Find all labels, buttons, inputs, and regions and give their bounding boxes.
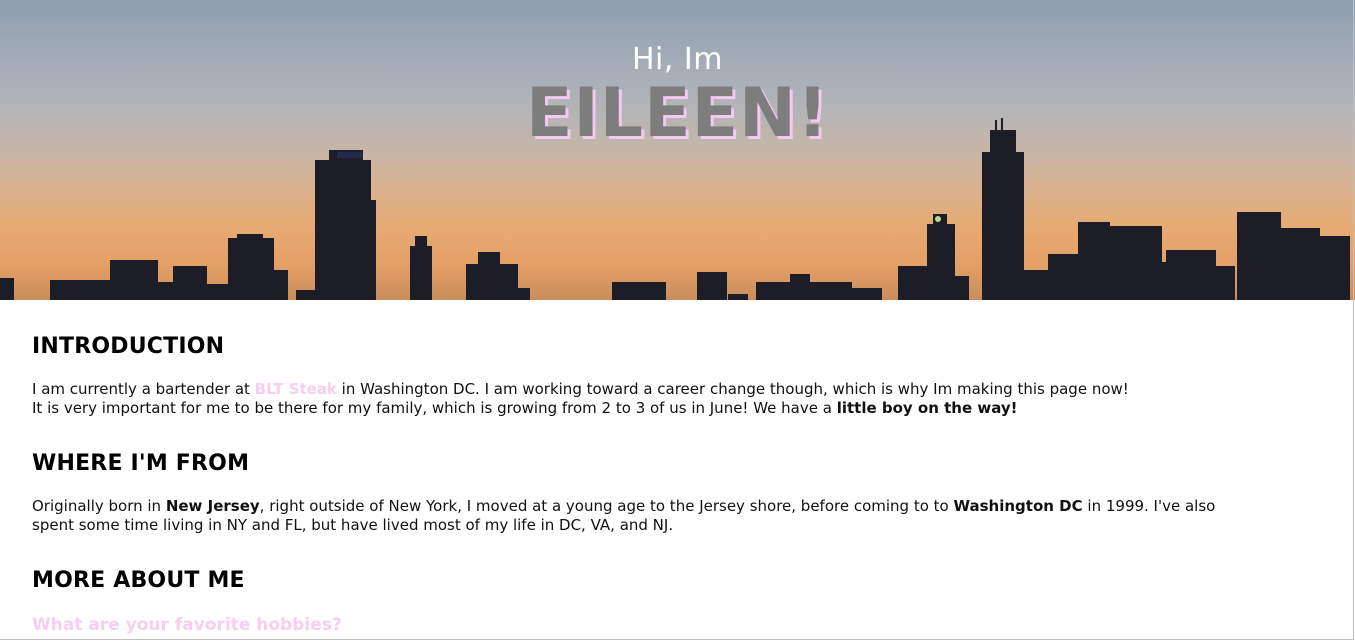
intro-bold-text: little boy on the way! [836, 399, 1018, 417]
where-from-heading: WHERE I'M FROM [32, 451, 250, 476]
intro-text: It is very important for me to be there … [32, 399, 837, 417]
blt-steak-link[interactable]: BLT Steak [255, 380, 337, 398]
from-text: , right outside of New York, I moved at … [259, 497, 954, 515]
introduction-paragraph: I am currently a bartender at BLT Steak … [32, 380, 1262, 418]
from-text: Originally born in [32, 497, 166, 515]
from-bold-text: Washington DC [953, 497, 1083, 515]
more-about-heading: MORE ABOUT ME [32, 568, 245, 593]
hero-banner: Hi, Im EILEEN! [0, 0, 1355, 300]
intro-text: in Washington DC. I am working toward a … [336, 380, 1129, 398]
introduction-heading: INTRODUCTION [32, 334, 225, 359]
hobbies-question: What are your favorite hobbies? [32, 615, 342, 635]
intro-text: I am currently a bartender at [32, 380, 255, 398]
from-bold-text: New Jersey [165, 497, 260, 515]
hero-name: EILEEN! [526, 74, 829, 153]
where-from-paragraph: Originally born in New Jersey, right out… [32, 497, 1262, 535]
hero-greeting: Hi, Im [631, 42, 724, 77]
